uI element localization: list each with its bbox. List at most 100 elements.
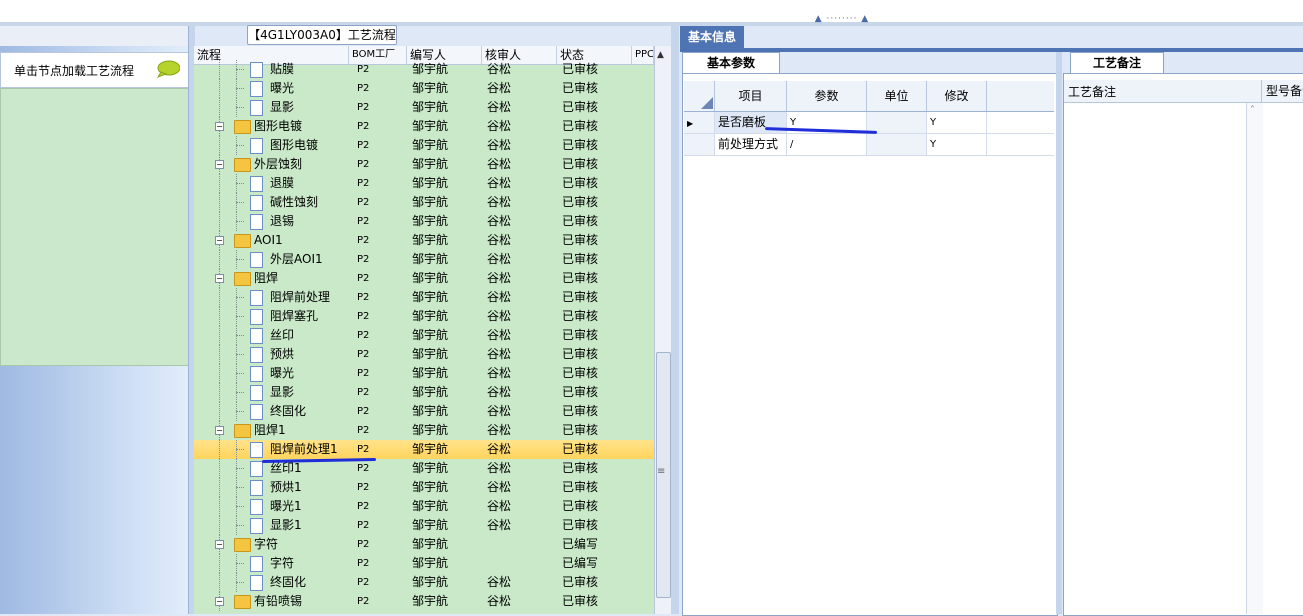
left-node-area[interactable] xyxy=(0,88,189,366)
remark-scrollbar[interactable]: ˄ xyxy=(1246,103,1263,614)
document-icon xyxy=(250,214,263,230)
collapse-toggle-icon[interactable]: − xyxy=(215,160,224,169)
collapse-toggle-icon[interactable]: − xyxy=(215,426,224,435)
collapse-toggle-icon[interactable]: − xyxy=(215,274,224,283)
author-cell: 邹宇航 xyxy=(412,233,449,247)
horizontal-splitter[interactable] xyxy=(0,22,1303,26)
tree-connector xyxy=(236,392,244,393)
tree-item-row[interactable]: 显影 P2 邹宇航 谷松 已审核 xyxy=(194,98,654,117)
remark-panel xyxy=(1063,73,1303,616)
unit-cell[interactable] xyxy=(867,112,927,133)
tree-item-row[interactable]: 贴膜 P2 邹宇航 谷松 已审核 xyxy=(194,60,654,79)
col-modify[interactable]: 修改 xyxy=(927,81,987,111)
tree-item-row[interactable]: 退膜 P2 邹宇航 谷松 已审核 xyxy=(194,174,654,193)
tree-item-row[interactable]: 显影1 P2 邹宇航 谷松 已审核 xyxy=(194,516,654,535)
tree-connector xyxy=(236,202,244,203)
tab-basic-info[interactable]: 基本信息 xyxy=(680,26,744,48)
middle-splitter[interactable] xyxy=(671,26,679,614)
bom-factory-cell: P2 xyxy=(357,292,370,303)
tree-node-label: 退膜 xyxy=(270,176,295,190)
status-cell: 已审核 xyxy=(562,157,599,171)
tree-item-row[interactable]: 丝印 P2 邹宇航 谷松 已审核 xyxy=(194,326,654,345)
tree-item-row[interactable]: 外层AOI1 P2 邹宇航 谷松 已审核 xyxy=(194,250,654,269)
status-cell: 已审核 xyxy=(562,233,599,247)
tree-item-row[interactable]: 图形电镀 P2 邹宇航 谷松 已审核 xyxy=(194,136,654,155)
col-process-remark[interactable]: 工艺备注 xyxy=(1068,83,1116,100)
status-cell: 已审核 xyxy=(562,100,599,114)
splitter-grip-icon[interactable]: ▲ ········ ▲ xyxy=(808,14,876,24)
collapse-toggle-icon[interactable]: − xyxy=(215,540,224,549)
remark-splitter[interactable] xyxy=(1056,52,1062,614)
reviewer-cell: 谷松 xyxy=(487,195,512,209)
item-cell[interactable]: 前处理方式 xyxy=(715,134,787,155)
collapse-toggle-icon[interactable]: − xyxy=(215,236,224,245)
status-cell: 已审核 xyxy=(562,290,599,304)
col-model-remark[interactable]: 型号备注 xyxy=(1261,80,1303,102)
tree-item-row[interactable]: 字符 P2 邹宇航 已编写 xyxy=(194,554,654,573)
tree-folder-row[interactable]: − AOI1 P2 邹宇航 谷松 已审核 xyxy=(194,231,654,250)
tree-item-row[interactable]: 曝光 P2 邹宇航 谷松 已审核 xyxy=(194,364,654,383)
tree-item-row[interactable]: 退锡 P2 邹宇航 谷松 已审核 xyxy=(194,212,654,231)
tree-item-row[interactable]: 预烘 P2 邹宇航 谷松 已审核 xyxy=(194,345,654,364)
tree-folder-row[interactable]: − 外层蚀刻 P2 邹宇航 谷松 已审核 xyxy=(194,155,654,174)
param-cell[interactable]: / xyxy=(787,134,867,155)
bom-factory-cell: P2 xyxy=(357,482,370,493)
bom-factory-cell: P2 xyxy=(357,463,370,474)
bom-factory-cell: P2 xyxy=(357,273,370,284)
modify-cell[interactable]: Y xyxy=(927,112,987,133)
tree-folder-row[interactable]: − 有铅喷锡 P2 邹宇航 谷松 已审核 xyxy=(194,592,654,611)
col-unit[interactable]: 单位 xyxy=(867,81,927,111)
row-indicator[interactable] xyxy=(684,134,715,155)
col-item[interactable]: 项目 xyxy=(715,81,787,111)
speech-bubble-icon xyxy=(156,60,181,78)
tree-node-label: 预烘 xyxy=(270,347,295,361)
tab-process-remark[interactable]: 工艺备注 xyxy=(1070,52,1164,74)
status-cell: 已审核 xyxy=(562,176,599,190)
author-cell: 邹宇航 xyxy=(412,366,449,380)
row-indicator[interactable]: ▶ xyxy=(684,112,715,133)
tree-item-row[interactable]: 显影 P2 邹宇航 谷松 已审核 xyxy=(194,383,654,402)
tab-basic-params[interactable]: 基本参数 xyxy=(682,52,780,74)
collapse-toggle-icon[interactable]: − xyxy=(215,597,224,606)
tree-folder-row[interactable]: − 图形电镀 P2 邹宇航 谷松 已审核 xyxy=(194,117,654,136)
tree-item-row[interactable]: 阻焊塞孔 P2 邹宇航 谷松 已审核 xyxy=(194,307,654,326)
scroll-up-caret-icon[interactable]: ˄ xyxy=(1250,105,1255,116)
tree-item-row[interactable]: 终固化 P2 邹宇航 谷松 已审核 xyxy=(194,402,654,421)
author-cell: 邹宇航 xyxy=(412,119,449,133)
scroll-grip-icon: ≡ xyxy=(657,466,666,477)
tree-folder-row[interactable]: − 阻焊1 P2 邹宇航 谷松 已审核 xyxy=(194,421,654,440)
unit-cell[interactable] xyxy=(867,134,927,155)
tree-folder-row[interactable]: − 阻焊 P2 邹宇航 谷松 已审核 xyxy=(194,269,654,288)
tree-connector xyxy=(219,98,220,117)
status-cell: 已审核 xyxy=(562,328,599,342)
params-row[interactable]: 前处理方式 / Y xyxy=(684,134,1054,156)
status-cell: 已审核 xyxy=(562,62,599,76)
collapse-toggle-icon[interactable]: − xyxy=(215,122,224,131)
tree-item-row[interactable]: 曝光 P2 邹宇航 谷松 已审核 xyxy=(194,79,654,98)
tree-item-row[interactable]: 碱性蚀刻 P2 邹宇航 谷松 已审核 xyxy=(194,193,654,212)
reviewer-cell: 谷松 xyxy=(487,271,512,285)
tree-node-label: 阻焊前处理1 xyxy=(270,442,338,456)
status-cell: 已审核 xyxy=(562,252,599,266)
document-icon xyxy=(250,328,263,344)
tree-node-label: 图形电镀 xyxy=(254,119,303,133)
reviewer-cell: 谷松 xyxy=(487,442,512,456)
scroll-up-arrow-icon[interactable]: ▲ xyxy=(657,50,664,60)
col-param[interactable]: 参数 xyxy=(787,81,867,111)
tree-item-row[interactable]: 阻焊前处理1 P2 邹宇航 谷松 已审核 xyxy=(194,440,654,459)
tree-item-row[interactable]: 预烘1 P2 邹宇航 谷松 已审核 xyxy=(194,478,654,497)
tree-item-row[interactable]: 曝光1 P2 邹宇航 谷松 已审核 xyxy=(194,497,654,516)
tree-folder-row[interactable]: − 字符 P2 邹宇航 已编写 xyxy=(194,535,654,554)
tree-node-label: 显影 xyxy=(270,385,295,399)
tree-item-row[interactable]: 终固化 P2 邹宇航 谷松 已审核 xyxy=(194,573,654,592)
tree-node-label: 丝印 xyxy=(270,328,295,342)
tree-connector xyxy=(219,307,220,326)
document-icon xyxy=(250,81,263,97)
tree-connector xyxy=(219,440,220,459)
tree-item-row[interactable]: 阻焊前处理 P2 邹宇航 谷松 已审核 xyxy=(194,288,654,307)
process-flow-title: 【4G1LY003A0】工艺流程 xyxy=(247,25,397,45)
tree-connector xyxy=(219,364,220,383)
modify-cell[interactable]: Y xyxy=(927,134,987,155)
bom-factory-cell: P2 xyxy=(357,64,370,75)
folder-icon xyxy=(234,595,251,609)
